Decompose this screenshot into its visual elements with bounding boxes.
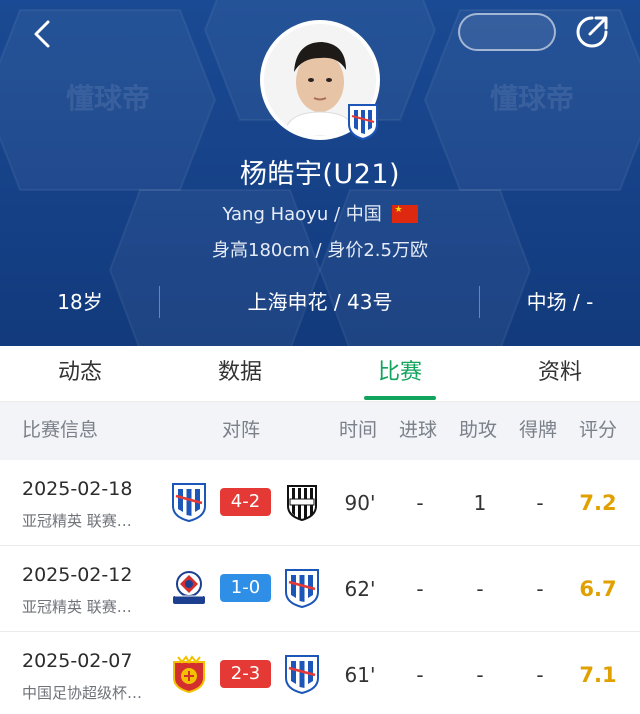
info-strip: 18岁 上海申花 / 43号 中场 / - <box>0 280 640 324</box>
competition-name: 中国足协超级杯… <box>22 684 143 702</box>
position: 中场 / - <box>526 290 594 314</box>
match-date: 2025-02-07 <box>22 650 133 672</box>
china-flag-icon: ★ <box>391 205 418 223</box>
assists: 1 <box>473 491 487 515</box>
watermark-left: 懂球帝 <box>66 82 150 115</box>
age: 18岁 <box>57 290 103 314</box>
table-row[interactable]: 2025-02-18 亚冠精英 联赛… 4-2 90' - 1 - 7.2 <box>0 460 640 546</box>
tab-profile[interactable]: 资料 <box>480 346 640 402</box>
score-badge: 1-0 <box>220 574 271 602</box>
competition-name: 亚冠精英 联赛… <box>22 598 132 616</box>
shenhua-crest-icon <box>285 655 319 694</box>
nationality: 中国 <box>345 204 382 225</box>
header-goals: 进球 <box>399 419 438 441</box>
watermark-right: 懂球帝 <box>490 82 574 115</box>
shenhua-crest-icon <box>285 569 319 608</box>
header-match-info: 比赛信息 <box>22 419 99 441</box>
active-tab-indicator <box>364 396 436 400</box>
header-rating: 评分 <box>579 419 618 441</box>
minutes-played: 62' <box>344 577 376 601</box>
rating: 7.2 <box>579 491 617 515</box>
tab-stats[interactable]: 数据 <box>160 346 320 402</box>
score-badge: 2-3 <box>220 660 271 688</box>
follow-button[interactable] <box>458 13 556 51</box>
club-number: 上海申花 / 43号 <box>247 290 393 314</box>
yokohama-fmarinos-crest-icon <box>173 571 205 604</box>
match-date: 2025-02-18 <box>22 478 133 500</box>
shenhua-crest-icon <box>172 483 206 522</box>
player-name-en: Yang Haoyu <box>222 204 329 225</box>
assists: - <box>476 577 484 601</box>
header-time: 时间 <box>339 419 378 441</box>
share-icon[interactable] <box>574 14 610 50</box>
back-arrow-icon[interactable] <box>26 16 62 52</box>
minutes-played: 90' <box>344 491 376 515</box>
goals: - <box>416 491 424 515</box>
minutes-played: 61' <box>344 663 376 687</box>
club-badge-icon <box>348 104 378 140</box>
player-header: 懂球帝 懂球帝 杨皓宇(U21) Yang Haoyu / 中国 ★ 身高180… <box>0 0 640 346</box>
height-value: 身高180cm / 身价2.5万欧 <box>212 240 428 261</box>
header-cards: 得牌 <box>519 419 558 441</box>
goals: - <box>416 663 424 687</box>
cards: - <box>536 663 544 687</box>
table-header: 比赛信息 对阵 时间 进球 助攻 得牌 评分 <box>0 402 640 460</box>
separator: / <box>328 204 346 225</box>
assists: - <box>476 663 484 687</box>
vissel-kobe-crest-icon <box>287 485 317 522</box>
cards: - <box>536 577 544 601</box>
competition-name: 亚冠精英 联赛… <box>22 512 132 530</box>
tab-bar: 动态 数据 比赛 资料 <box>0 346 640 402</box>
rating: 6.7 <box>579 577 617 601</box>
match-date: 2025-02-12 <box>22 564 133 586</box>
tab-matches[interactable]: 比赛 <box>320 346 480 402</box>
tab-feed[interactable]: 动态 <box>0 346 160 402</box>
header-assists: 助攻 <box>459 419 498 441</box>
table-row[interactable]: 2025-02-07 中国足协超级杯… 2-3 61' - - - 7.1 <box>0 632 640 714</box>
player-subtitle: Yang Haoyu / 中国 ★ <box>0 200 640 226</box>
table-row[interactable]: 2025-02-12 亚冠精英 联赛… 1-0 62' - - - 6.7 <box>0 546 640 632</box>
player-name: 杨皓宇(U21) <box>239 159 401 190</box>
goals: - <box>416 577 424 601</box>
rating: 7.1 <box>579 663 617 687</box>
cards: - <box>536 491 544 515</box>
header-matchup: 对阵 <box>222 419 261 441</box>
score-badge: 4-2 <box>220 488 271 516</box>
port-crest-icon <box>173 655 205 694</box>
